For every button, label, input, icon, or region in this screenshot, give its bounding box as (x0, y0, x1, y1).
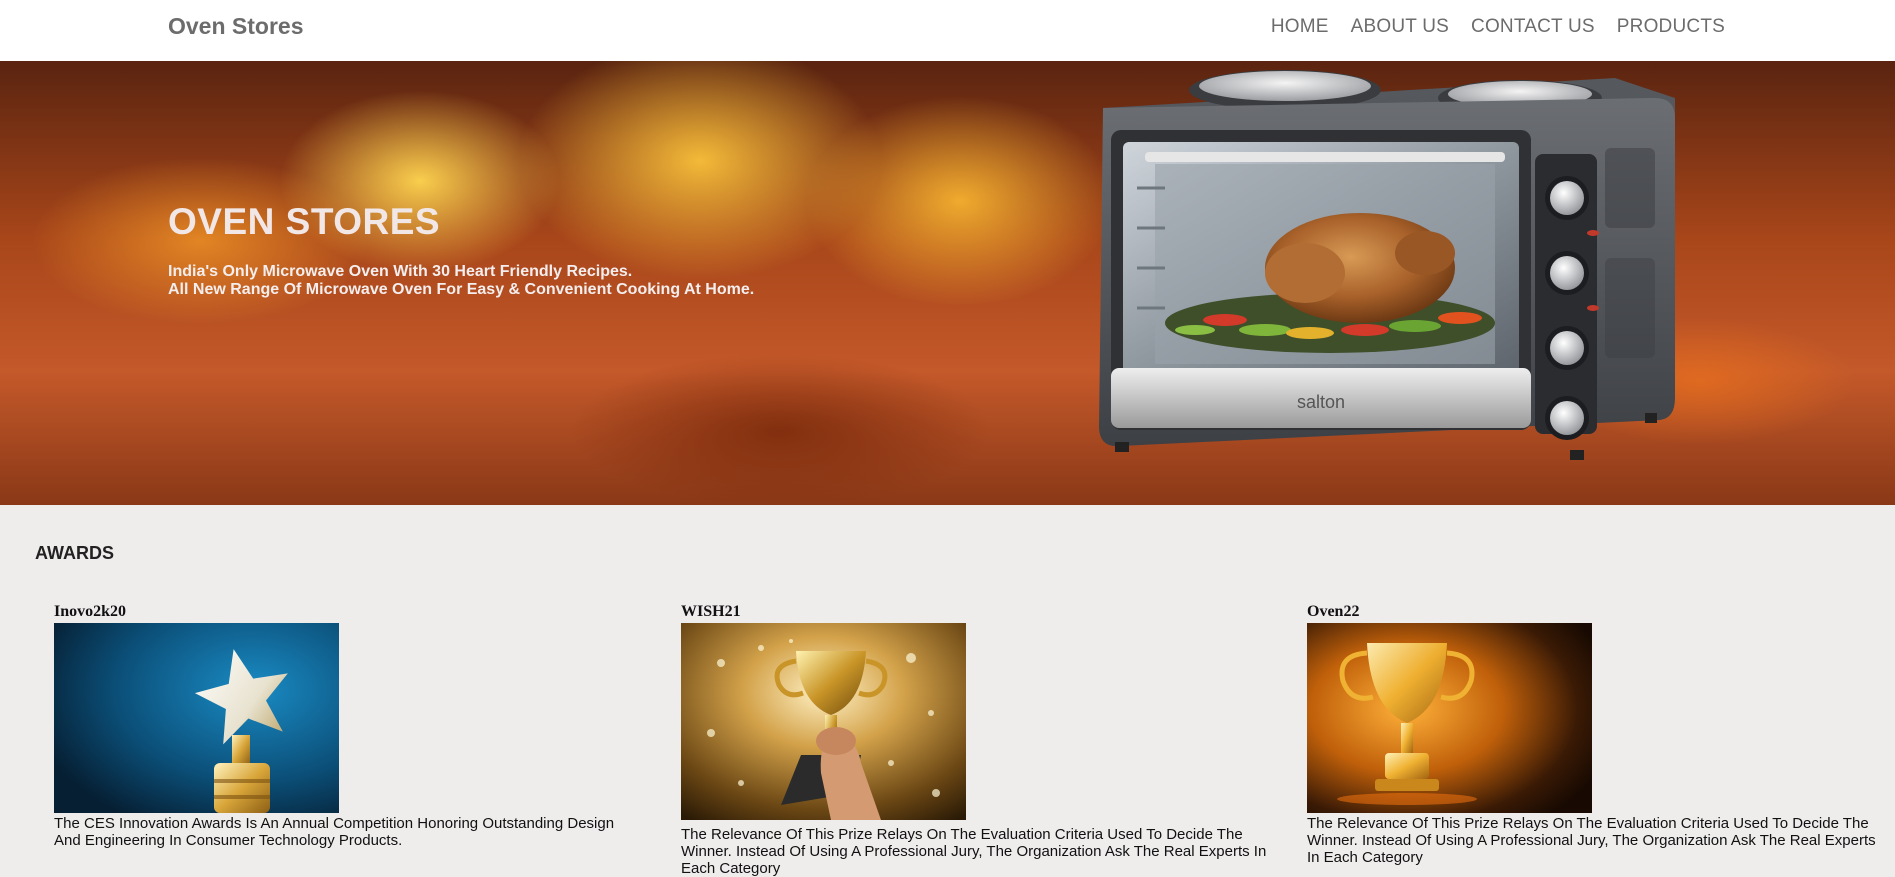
award-card: Inovo2k20 The CES Innovation Awards Is A… (54, 603, 634, 849)
award-card: WISH21 The Relevance Of This Prize Relay… (681, 603, 1271, 877)
star-trophy-image (54, 623, 339, 813)
award-description: The CES Innovation Awards Is An Annual C… (54, 815, 615, 849)
oven-product-image: salton (1099, 70, 1675, 460)
award-name: Inovo2k20 (54, 603, 127, 620)
award-name: Oven22 (1307, 603, 1360, 620)
oven-brand-label: salton (1297, 392, 1345, 412)
hero-banner: OVEN STORES India's Only Microwave Oven … (0, 61, 1895, 505)
main-nav: HOME ABOUT US CONTACT US PRODUCTS (1271, 16, 1725, 38)
award-name: WISH21 (681, 603, 741, 620)
nav-products-link[interactable]: PRODUCTS (1617, 16, 1725, 38)
nav-home-link[interactable]: HOME (1271, 16, 1329, 38)
hero-tagline-1: India's Only Microwave Oven With 30 Hear… (168, 263, 633, 280)
golden-cup-image (1307, 623, 1592, 813)
award-description: The Relevance Of This Prize Relays On Th… (681, 826, 1267, 877)
hero-tagline-2: All New Range Of Microwave Oven For Easy… (168, 281, 755, 298)
hero-title: OVEN STORES (168, 201, 441, 242)
nav-about-link[interactable]: ABOUT US (1351, 16, 1449, 38)
hand-holding-cup-image (681, 623, 966, 820)
top-navbar: Oven Stores HOME ABOUT US CONTACT US PRO… (0, 0, 1895, 61)
award-description: The Relevance Of This Prize Relays On Th… (1307, 815, 1876, 866)
brand-logo-text[interactable]: Oven Stores (168, 13, 304, 40)
award-card: Oven22 The Relevance Of This Prize Relay… (1307, 603, 1887, 866)
awards-heading: AWARDS (35, 543, 115, 563)
nav-contact-link[interactable]: CONTACT US (1471, 16, 1595, 38)
